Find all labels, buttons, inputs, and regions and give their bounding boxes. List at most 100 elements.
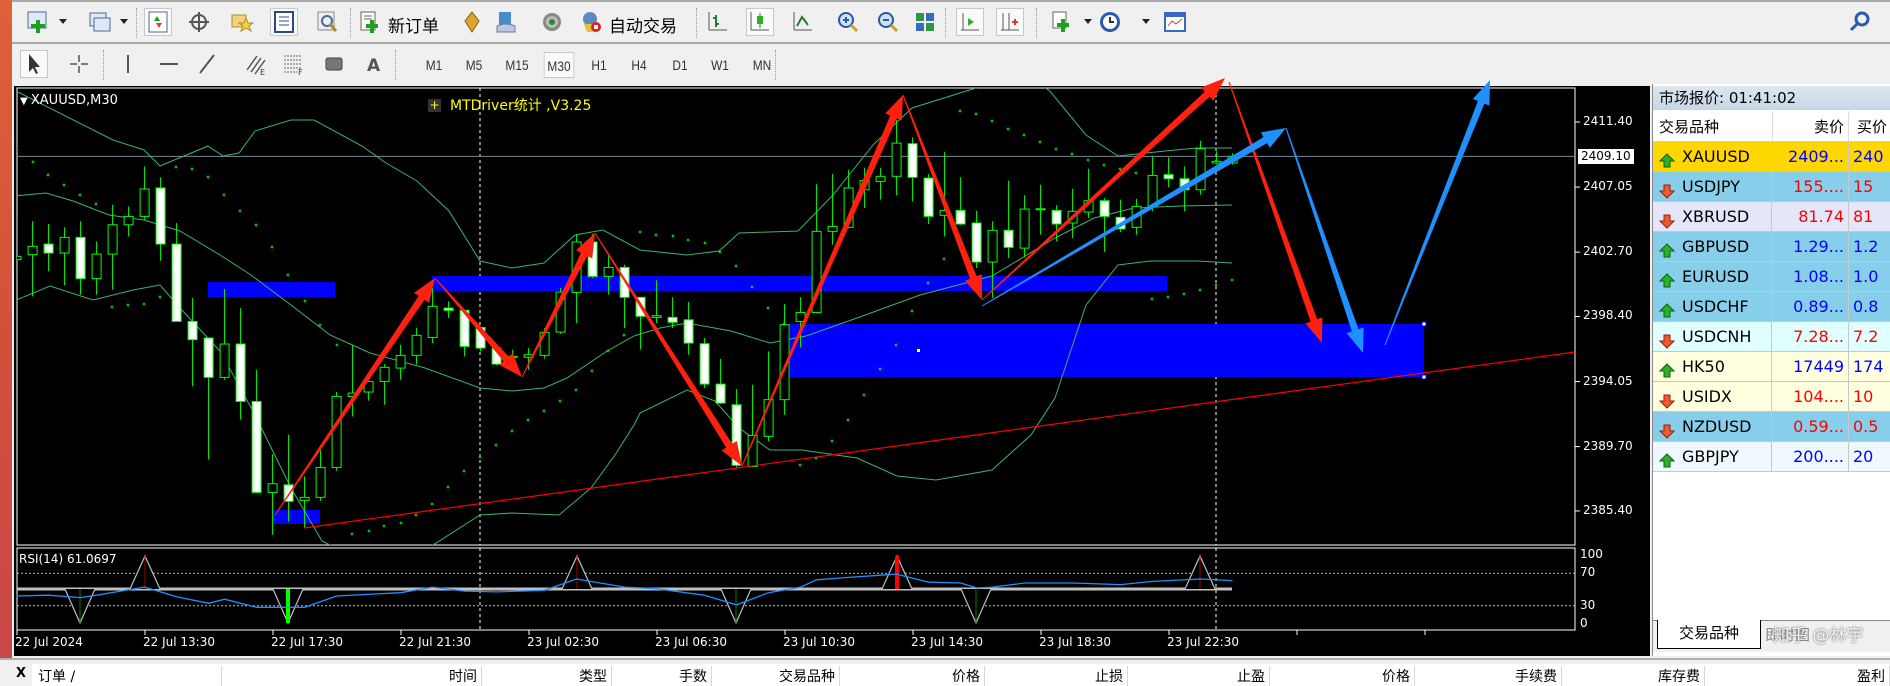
- parabolic-sar-dot: [526, 418, 530, 422]
- terminal-close-button[interactable]: X: [16, 666, 26, 681]
- parabolic-sar-dot: [510, 429, 514, 433]
- candle-bearish: [955, 209, 966, 225]
- parabolic-sar-dot: [1102, 163, 1106, 167]
- market-watch-row[interactable]: USDCNH 7.28... 7.2: [1653, 322, 1890, 352]
- market-watch-title: 市场报价: 01:41:02: [1653, 86, 1890, 110]
- ask-price: 1.0: [1853, 267, 1879, 286]
- parabolic-sar-dot: [446, 485, 450, 489]
- candle-bullish: [27, 245, 38, 256]
- symbol-name: GBPUSD: [1682, 232, 1772, 261]
- parabolic-sar-dot: [1022, 133, 1026, 137]
- candle-bullish: [987, 229, 998, 263]
- candle-bullish: [827, 225, 838, 232]
- parabolic-sar-dot: [110, 305, 114, 309]
- column-header-symbol[interactable]: 交易品种: [1653, 111, 1773, 141]
- terminal-column-header[interactable]: 库存费: [1562, 666, 1705, 686]
- parabolic-sar-dot: [990, 119, 994, 123]
- time-label: 22 Jul 2024: [15, 635, 83, 649]
- terminal-column-header[interactable]: 订单 /: [32, 666, 222, 686]
- candle-bearish: [923, 177, 934, 217]
- bid-price: 7.28...: [1773, 322, 1849, 351]
- zone-marker: [917, 349, 920, 352]
- parabolic-sar-dot: [590, 369, 594, 373]
- terminal-column-header[interactable]: 交易品种: [712, 666, 840, 686]
- red-wave-arrow: [434, 277, 522, 377]
- symbol-name: USDJPY: [1682, 172, 1772, 201]
- terminal-column-header[interactable]: 时间: [222, 666, 482, 686]
- candle-bullish: [1035, 208, 1046, 211]
- ask-price: 1.2: [1853, 237, 1879, 256]
- candle-bullish: [603, 266, 614, 277]
- price-tick-label: 2385.40: [1583, 502, 1633, 517]
- parabolic-sar-dot: [494, 443, 498, 447]
- candle-bullish: [123, 215, 134, 226]
- rsi-label: RSI(14) 61.0697: [19, 552, 117, 566]
- market-watch-row[interactable]: XBRUSD 81.74 81: [1653, 202, 1890, 232]
- price-down-arrow-icon: [1659, 334, 1676, 349]
- market-watch-row[interactable]: GBPJPY 200.... 20: [1653, 442, 1890, 472]
- parabolic-sar-dot: [286, 273, 290, 277]
- watermark: 知乎 @林宇: [1773, 626, 1864, 646]
- supply-demand-zone: [273, 510, 320, 524]
- parabolic-sar-dot: [638, 230, 642, 234]
- terminal-column-header[interactable]: 止损: [985, 666, 1128, 686]
- support-trendline: [303, 351, 1576, 529]
- expand-plus-icon[interactable]: +: [428, 98, 441, 112]
- bid-price: 0.89...: [1773, 292, 1849, 321]
- market-watch-row[interactable]: GBPUSD 1.29... 1.2: [1653, 232, 1890, 262]
- market-watch-row[interactable]: XAUUSD 2409... 240: [1653, 142, 1890, 172]
- bid-price: 104....: [1773, 382, 1849, 411]
- parabolic-sar-dot: [17, 148, 19, 152]
- direction-indicator: [1659, 142, 1677, 171]
- market-watch-header: 交易品种 卖价 买价: [1653, 111, 1890, 142]
- column-header-bid[interactable]: 卖价: [1773, 111, 1849, 141]
- price-tick-label: 2389.70: [1583, 438, 1633, 453]
- terminal-column-header[interactable]: 手数: [612, 666, 712, 686]
- ask-price: 10: [1853, 387, 1874, 406]
- tab-symbols[interactable]: 交易品种: [1657, 620, 1761, 649]
- parabolic-sar-dot: [206, 175, 210, 179]
- time-label: 23 Jul 22:30: [1167, 635, 1239, 649]
- bid-price: 1.29...: [1773, 232, 1849, 261]
- terminal-column-header[interactable]: 手续费: [1415, 666, 1562, 686]
- market-watch-row[interactable]: HK50 17449 174: [1653, 352, 1890, 382]
- parabolic-sar-dot: [766, 306, 770, 310]
- rsi-level-label: 0: [1580, 616, 1588, 630]
- market-watch-row[interactable]: USIDX 104.... 10: [1653, 382, 1890, 412]
- candle-bullish: [59, 236, 70, 254]
- terminal-column-header[interactable]: 类型: [482, 666, 612, 686]
- direction-indicator: [1659, 352, 1677, 381]
- market-watch-row[interactable]: USDCHF 0.89... 0.8: [1653, 292, 1890, 322]
- market-watch-row[interactable]: EURUSD 1.08... 1.0: [1653, 262, 1890, 292]
- market-watch-row[interactable]: NZDUSD 0.59... 0.5: [1653, 412, 1890, 442]
- parabolic-sar-dot: [862, 393, 866, 397]
- ask-price: 174: [1853, 357, 1884, 376]
- parabolic-sar-dot: [798, 463, 802, 467]
- price-tick-label: 2407.05: [1583, 179, 1633, 194]
- time-label: 22 Jul 13:30: [143, 635, 215, 649]
- candle-bearish: [155, 187, 166, 245]
- terminal-column-header[interactable]: 盈利: [1705, 666, 1890, 686]
- symbol-name: GBPJPY: [1682, 442, 1772, 471]
- parabolic-sar-dot: [335, 343, 339, 347]
- search-icon: [1849, 11, 1870, 32]
- terminal-column-header[interactable]: 止盈: [1128, 666, 1270, 686]
- column-header-ask[interactable]: 买价: [1849, 111, 1890, 141]
- price-down-arrow-icon: [1659, 184, 1676, 199]
- parabolic-sar-dot: [686, 238, 690, 242]
- direction-indicator: [1659, 172, 1677, 201]
- candle-bullish: [299, 496, 310, 501]
- chart-canvas[interactable]: [0, 0, 1650, 660]
- terminal-column-header[interactable]: 价格: [1270, 666, 1415, 686]
- terminal-column-header[interactable]: 价格: [840, 666, 985, 686]
- candle-bullish: [219, 343, 230, 378]
- parabolic-sar-dot: [1086, 158, 1090, 162]
- bid-price: 17449: [1773, 352, 1849, 381]
- candle-bullish: [395, 354, 406, 369]
- search-button[interactable]: [1846, 8, 1874, 36]
- direction-indicator: [1659, 412, 1677, 441]
- chart-symbol-title[interactable]: ▼ XAUUSD,M30: [20, 93, 118, 108]
- candle-bullish: [107, 224, 118, 255]
- parabolic-sar-dot: [78, 193, 82, 197]
- market-watch-row[interactable]: USDJPY 155.... 15: [1653, 172, 1890, 202]
